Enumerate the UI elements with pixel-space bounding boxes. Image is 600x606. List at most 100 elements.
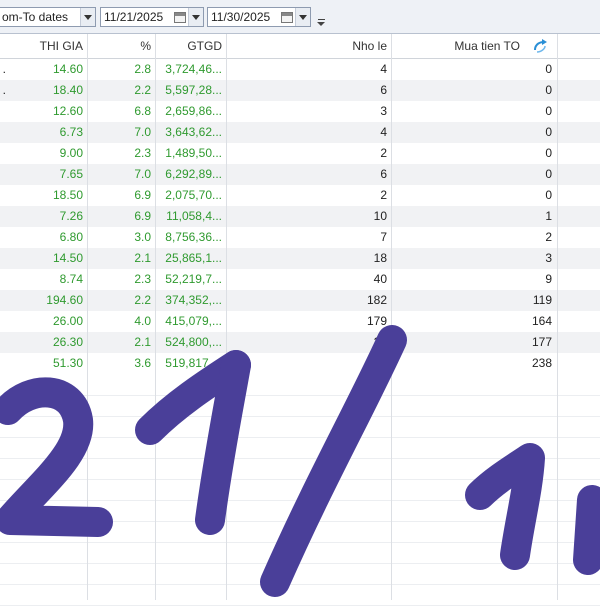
cell-pct[interactable]: 7.0 <box>90 164 151 185</box>
cell-gtgd[interactable]: 3,643,62... <box>160 122 222 143</box>
row-marker[interactable] <box>0 206 6 227</box>
to-date-value[interactable]: 11/30/2025 <box>208 10 281 24</box>
row-marker[interactable] <box>0 101 6 122</box>
cell-nho-le[interactable]: 2 <box>230 143 387 164</box>
cell-pct[interactable]: 2.2 <box>90 290 151 311</box>
cell-pct[interactable]: 2.1 <box>90 332 151 353</box>
cell-thi-gia[interactable]: 18.50 <box>10 185 83 206</box>
to-date-picker[interactable]: 11/30/2025 <box>207 7 311 27</box>
cell-mua-tien-to[interactable]: 0 <box>395 185 552 206</box>
cell-thi-gia[interactable]: 18.40 <box>10 80 83 101</box>
cell-gtgd[interactable]: 2,075,70... <box>160 185 222 206</box>
cell-gtgd[interactable]: 5,597,28... <box>160 80 222 101</box>
table-row[interactable]: . 18.40 2.2 5,597,28... 6 0 <box>0 80 600 101</box>
table-row[interactable]: 18.50 6.9 2,075,70... 2 0 <box>0 185 600 206</box>
cell-gtgd[interactable]: 25,865,1... <box>160 248 222 269</box>
toolbar-overflow-button[interactable] <box>315 10 327 26</box>
cell-pct[interactable]: 6.9 <box>90 185 151 206</box>
cell-thi-gia[interactable]: 9.00 <box>10 143 83 164</box>
table-row[interactable]: . 14.60 2.8 3,724,46... 4 0 <box>0 59 600 80</box>
table-row[interactable]: 8.74 2.3 52,219,7... 40 9 <box>0 269 600 290</box>
cell-thi-gia[interactable]: 14.50 <box>10 248 83 269</box>
cell-thi-gia[interactable]: 26.30 <box>10 332 83 353</box>
row-marker[interactable] <box>0 311 6 332</box>
cell-gtgd[interactable]: 2,659,86... <box>160 101 222 122</box>
chevron-down-icon[interactable] <box>188 8 203 26</box>
row-marker[interactable]: . <box>0 80 6 101</box>
cell-mua-tien-to[interactable]: 0 <box>395 59 552 80</box>
row-marker[interactable] <box>0 332 6 353</box>
cell-gtgd[interactable]: 52,219,7... <box>160 269 222 290</box>
col-header-pct[interactable]: % <box>90 34 151 58</box>
table-row[interactable]: 14.50 2.1 25,865,1... 18 3 <box>0 248 600 269</box>
cell-gtgd[interactable]: 3,724,46... <box>160 59 222 80</box>
cell-pct[interactable]: 2.1 <box>90 248 151 269</box>
calendar-icon[interactable] <box>281 11 293 23</box>
cell-gtgd[interactable]: 6,292,89... <box>160 164 222 185</box>
cell-pct[interactable]: 2.3 <box>90 143 151 164</box>
cell-pct[interactable]: 6.8 <box>90 101 151 122</box>
table-row[interactable]: 12.60 6.8 2,659,86... 3 0 <box>0 101 600 122</box>
cell-nho-le[interactable]: 6 <box>230 80 387 101</box>
cell-pct[interactable]: 7.0 <box>90 122 151 143</box>
chevron-down-icon[interactable] <box>80 8 95 26</box>
cell-pct[interactable]: 2.8 <box>90 59 151 80</box>
cell-gtgd[interactable]: 519,817,... <box>160 353 222 374</box>
cell-thi-gia[interactable]: 7.65 <box>10 164 83 185</box>
row-marker[interactable] <box>0 227 6 248</box>
cell-thi-gia[interactable]: 7.26 <box>10 206 83 227</box>
from-date-picker[interactable]: 11/21/2025 <box>100 7 204 27</box>
cell-mua-tien-to[interactable]: 0 <box>395 122 552 143</box>
cell-thi-gia[interactable]: 14.60 <box>10 59 83 80</box>
table-row[interactable]: 6.73 7.0 3,643,62... 4 0 <box>0 122 600 143</box>
cell-mua-tien-to[interactable]: 0 <box>395 143 552 164</box>
cell-mua-tien-to[interactable]: 9 <box>395 269 552 290</box>
cell-thi-gia[interactable]: 26.00 <box>10 311 83 332</box>
cell-mua-tien-to[interactable]: 2 <box>395 227 552 248</box>
cell-mua-tien-to[interactable]: 3 <box>395 248 552 269</box>
cell-thi-gia[interactable]: 6.80 <box>10 227 83 248</box>
cell-pct[interactable]: 2.2 <box>90 80 151 101</box>
cell-gtgd[interactable]: 11,058,4... <box>160 206 222 227</box>
row-marker[interactable] <box>0 269 6 290</box>
cell-thi-gia[interactable]: 51.30 <box>10 353 83 374</box>
cell-nho-le[interactable]: 6 <box>230 164 387 185</box>
cell-nho-le[interactable]: 18 <box>230 248 387 269</box>
table-row[interactable]: 7.26 6.9 11,058,4... 10 1 <box>0 206 600 227</box>
col-header-mua-tien-to[interactable]: Mua tien TO <box>395 34 520 58</box>
cell-nho-le[interactable]: 4 <box>230 59 387 80</box>
cell-pct[interactable]: 3.6 <box>90 353 151 374</box>
row-marker[interactable] <box>0 248 6 269</box>
table-row[interactable]: 51.30 3.6 519,817,... 2 238 <box>0 353 600 374</box>
col-header-nho-le[interactable]: Nho le <box>230 34 387 58</box>
cell-mua-tien-to[interactable]: 0 <box>395 164 552 185</box>
sort-arrow-icon[interactable] <box>532 39 548 53</box>
cell-nho-le[interactable]: 7 <box>230 227 387 248</box>
table-row[interactable]: 194.60 2.2 374,352,... 182 119 <box>0 290 600 311</box>
cell-nho-le[interactable]: 179 <box>230 311 387 332</box>
table-row[interactable]: 9.00 2.3 1,489,50... 2 0 <box>0 143 600 164</box>
cell-thi-gia[interactable]: 12.60 <box>10 101 83 122</box>
row-marker[interactable] <box>0 143 6 164</box>
table-row[interactable]: 26.30 2.1 524,800,... 21 177 <box>0 332 600 353</box>
cell-nho-le[interactable]: 10 <box>230 206 387 227</box>
from-date-value[interactable]: 11/21/2025 <box>101 10 174 24</box>
cell-mua-tien-to[interactable]: 164 <box>395 311 552 332</box>
cell-nho-le[interactable]: 4 <box>230 122 387 143</box>
row-marker[interactable] <box>0 185 6 206</box>
row-marker[interactable]: . <box>0 59 6 80</box>
cell-mua-tien-to[interactable]: 238 <box>395 353 552 374</box>
cell-mua-tien-to[interactable]: 177 <box>395 332 552 353</box>
cell-nho-le[interactable]: 2 <box>230 353 387 374</box>
cell-pct[interactable]: 6.9 <box>90 206 151 227</box>
table-row[interactable]: 7.65 7.0 6,292,89... 6 0 <box>0 164 600 185</box>
cell-pct[interactable]: 3.0 <box>90 227 151 248</box>
cell-mua-tien-to[interactable]: 0 <box>395 101 552 122</box>
cell-gtgd[interactable]: 8,756,36... <box>160 227 222 248</box>
cell-pct[interactable]: 4.0 <box>90 311 151 332</box>
cell-mua-tien-to[interactable]: 0 <box>395 80 552 101</box>
table-row[interactable]: 26.00 4.0 415,079,... 179 164 <box>0 311 600 332</box>
cell-gtgd[interactable]: 374,352,... <box>160 290 222 311</box>
cell-nho-le[interactable]: 2 <box>230 185 387 206</box>
cell-nho-le[interactable]: 182 <box>230 290 387 311</box>
